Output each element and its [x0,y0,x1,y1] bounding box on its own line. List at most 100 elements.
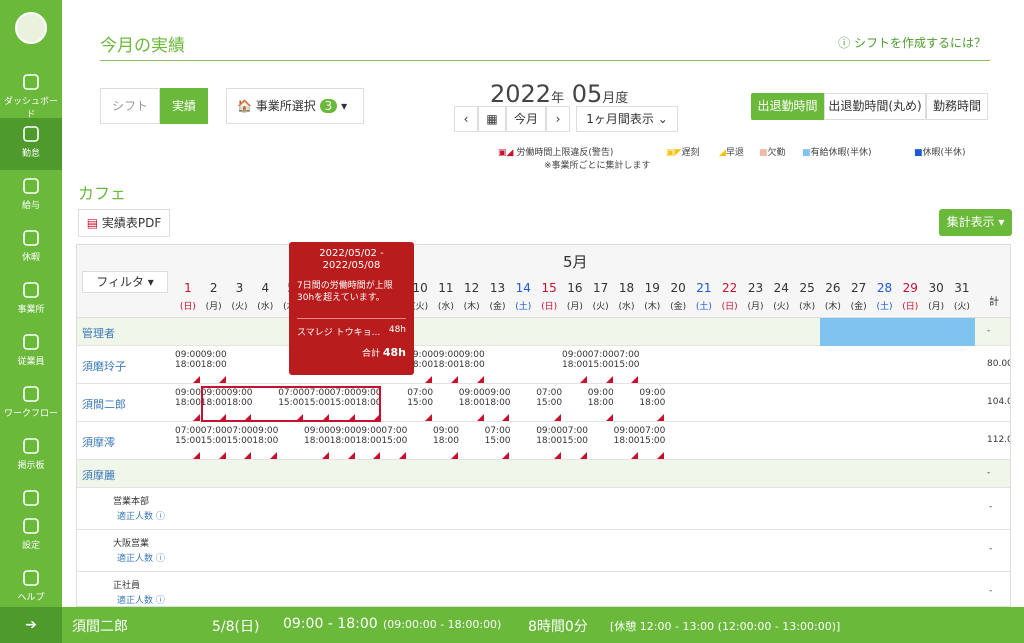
day-number: 18 [618,281,635,295]
day-weekday: (日) [179,302,196,312]
sidebar-item-label: 勤怠 [21,149,40,159]
sidebar-item-label: 従業員 [17,357,45,367]
day-number: 30 [928,281,944,295]
sub-row-label[interactable]: 適正人数 ⓘ [117,593,165,606]
employee-name[interactable]: 須磨玲子 [82,358,126,374]
day-number: 15 [541,281,557,295]
pdf-button[interactable]: ▤ 実績表PDF [78,209,170,237]
shift-cell[interactable]: 07:00 15:00 [536,388,562,408]
shift-cell[interactable]: 09:00 18:00 [588,388,614,408]
day-number: 14 [515,281,531,295]
shift-cell[interactable]: 09:00 18:00 [562,350,588,370]
next-month-button[interactable]: › [546,106,570,132]
shift-cell[interactable]: 09:00 18:00 [459,388,485,408]
day-number: 2 [209,281,218,295]
employee-name[interactable]: 須間二郎 [82,396,126,412]
warning-flag-icon [554,414,561,421]
shift-cell[interactable]: 07:00 15:00 [381,426,407,446]
shift-cell[interactable]: 09:00 18:00 [614,426,640,446]
day-weekday: (木) [824,302,841,312]
sidebar-item-0[interactable]: ダッシュボード [0,66,62,120]
shift-cell[interactable]: 09:00 18:00 [485,388,511,408]
list-item: 大阪営業 適正人数 ⓘ - [77,530,1010,572]
range-select[interactable]: 1ヶ月間表示 ⌄ [576,106,678,132]
employee-name[interactable]: 須摩麗 [82,467,115,483]
table-row[interactable]: 須磨玲子 80.00 09:00 18:00 09:00 18:00 09:00 18:00 0… [77,346,1010,384]
table-row[interactable]: 須摩麗 - [77,460,1010,488]
warning-flag-icon [554,452,561,459]
shift-cell[interactable]: 09:00 18:00 [330,426,356,446]
shift-cell[interactable]: 09:00 18:00 [175,388,201,408]
shift-cell[interactable]: 07:00 15:00 [227,426,253,446]
paid-leave-cell[interactable] [949,318,975,346]
warning-flag-icon [450,452,458,459]
shift-cell[interactable]: 09:00 18:00 [252,426,278,446]
list-item: 営業本部 適正人数 ⓘ - [77,488,1010,530]
view-worktime-button[interactable]: 勤務時間 [926,93,988,120]
shift-cell[interactable]: 09:00 18:00 [639,388,665,408]
shift-cell[interactable]: 07:00 15:00 [614,350,640,370]
shift-cell[interactable]: 07:00 15:00 [407,388,433,408]
paid-leave-cell[interactable] [871,318,898,346]
shift-cell[interactable]: 07:00 15:00 [588,350,614,370]
arrow-right-icon[interactable]: ➔ [0,607,62,643]
toggle-shift[interactable]: シフト [100,88,160,124]
shift-cell[interactable]: 07:00 15:00 [639,426,665,446]
shift-cell[interactable]: 09:00 18:00 [459,350,485,370]
footer-employee: 須間二郎 [72,619,128,635]
warning-flag-icon [657,414,665,421]
this-month-button[interactable]: 今月 [506,106,546,132]
toggle-actual[interactable]: 実績 [160,88,208,124]
filter-button[interactable]: フィルタ ▾ [82,271,168,293]
paid-leave-cell[interactable] [820,318,846,346]
warning-flag-icon [192,376,200,383]
shift-cell[interactable]: 09:00 18:00 [433,350,459,370]
office-select-button[interactable]: 🏠 事業所選択 3 ▾ [226,88,364,124]
table-row[interactable]: 管理者 - [77,318,1010,346]
shift-cell[interactable]: 09:00 18:00 [201,350,227,370]
day-number: 23 [747,281,764,295]
sidebar-item-2[interactable]: 給与 [0,170,62,222]
sidebar-item-3[interactable]: 休暇 [0,222,62,274]
shift-cell[interactable]: 09:00 18:00 [433,426,459,446]
view-rounded-button[interactable]: 出退勤時間(丸め) [824,93,926,120]
page-title: 今月の実績 [100,36,185,56]
sidebar-item-label: 給与 [21,201,40,211]
person-icon [0,332,62,352]
shift-cell[interactable]: 07:00 15:00 [562,426,588,446]
shift-cell[interactable]: 07:00 15:00 [485,426,511,446]
help-link[interactable]: ⓘ シフトを作成するには？ [838,34,986,51]
avatar[interactable] [15,12,47,44]
shift-cell[interactable]: 07:00 15:00 [201,426,227,446]
paid-leave-cell[interactable] [897,318,924,346]
summary-button[interactable]: 集計表示 ▾ [939,209,1012,236]
prev-month-button[interactable]: ‹ [454,106,478,132]
shift-cell[interactable]: 09:00 18:00 [304,426,330,446]
sidebar-item-1[interactable]: 勤怠 [0,118,62,170]
day-weekday: (水) [799,302,816,312]
sidebar-item-6[interactable]: ワークフロー [0,378,62,430]
sub-row-label[interactable]: 適正人数 ⓘ [117,509,165,522]
sub-row-label[interactable]: 適正人数 ⓘ [117,551,165,564]
employee-name[interactable]: 須摩澪 [82,434,115,450]
shift-cell[interactable]: 07:00 15:00 [175,426,201,446]
paid-leave-cell[interactable] [845,318,872,346]
day-weekday: (月) [928,302,945,312]
day-number: 24 [773,281,789,295]
warning-flag-icon [192,452,200,459]
view-inout-button[interactable]: 出退勤時間 [751,93,824,120]
shift-cell[interactable]: 09:00 18:00 [356,426,382,446]
sidebar-item-4[interactable]: 事業所 [0,274,62,326]
paid-leave-cell[interactable] [923,318,949,346]
sidebar-item-7[interactable]: 掲示板 [0,430,62,482]
shift-cell[interactable]: 09:00 18:00 [175,350,201,370]
table-row[interactable]: 須摩澪 112.0 07:00 15:00 07:00 15:00 07:00 15:00 09… [77,422,1010,460]
sidebar-item-5[interactable]: 従業員 [0,326,62,378]
shift-cell[interactable]: 09:00 18:00 [536,426,562,446]
attendance-grid: フィルタ ▾ 5月 計 1(日)2(月)3(火)4(水)5(木)6(金)7(土)… [76,244,1011,607]
calendar-icon[interactable]: ▦ [478,106,506,132]
dashboard-icon [0,72,62,92]
employee-name[interactable]: 管理者 [82,325,115,341]
sidebar-item-9[interactable]: 設定 [0,510,62,562]
sidebar: ダッシュボード 勤怠 給与 休暇 事業所 従業員 ワークフロー 掲示板 設定 ヘルプ [0,0,62,607]
